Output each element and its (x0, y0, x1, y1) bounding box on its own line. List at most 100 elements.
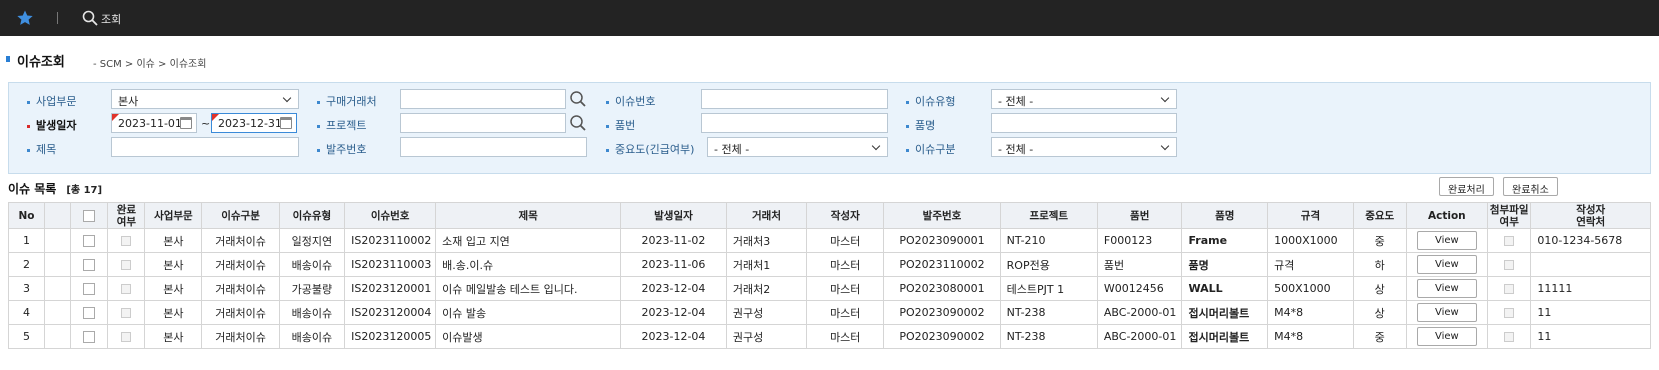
table-row[interactable]: 2 본사 거래처이슈 배송이슈 IS2023110003 배.송.이.슈 2023-11-0… (8, 252, 1651, 277)
view-button[interactable]: View (1416, 231, 1477, 250)
part-name-cell: 접시머리볼트 (1181, 300, 1269, 325)
po-no-cell: PO2023090002 (883, 300, 1001, 325)
table-row[interactable]: 5 본사 거래처이슈 배송이슈 IS2023120005 이슈발생 2023-12-04 권구… (8, 324, 1651, 349)
vendor-search-icon[interactable] (569, 90, 587, 108)
complete-checkbox-cell (107, 324, 146, 349)
author-cell: 마스터 (806, 228, 885, 253)
view-button[interactable]: View (1416, 327, 1477, 346)
date-from-input[interactable]: 2023-11-01 (111, 113, 197, 133)
spec-cell: 규격 (1267, 252, 1354, 277)
table-row[interactable]: 1 본사 거래처이슈 일정지연 IS2023110002 소재 입고 지연 2023-11-… (8, 228, 1651, 253)
issue-type-label: 이슈유형 (906, 93, 955, 109)
search-icon[interactable] (82, 10, 98, 26)
attachment-checkbox-cell (1487, 228, 1532, 253)
importance-label: 중요도(긴급여부) (606, 141, 694, 157)
col-header-issue-no: 이슈번호 (344, 202, 437, 229)
row-blank (43, 300, 72, 325)
issue-class-select[interactable]: - 전체 - (991, 137, 1177, 157)
top-bar: 조회 (0, 0, 1659, 36)
row-checkbox[interactable] (83, 235, 96, 247)
issue-class-cell: 거래처이슈 (201, 276, 280, 301)
issue-no-cell: IS2023120004 (344, 300, 437, 325)
po-no-cell: PO2023090002 (883, 324, 1001, 349)
subject-cell: 배.송.이.슈 (435, 252, 622, 277)
part-name-input[interactable] (991, 113, 1177, 133)
list-title: 이슈 목록 (8, 182, 57, 196)
importance-select[interactable]: - 전체 - (707, 137, 888, 157)
col-header-issue-type: 이슈유형 (278, 202, 346, 229)
col-header-author-contact: 작성자 연락처 (1530, 202, 1651, 229)
view-button[interactable]: View (1416, 303, 1477, 322)
part-name-cell: WALL (1181, 276, 1269, 301)
issue-type-select[interactable]: - 전체 - (991, 89, 1177, 109)
row-checkbox[interactable] (83, 283, 96, 295)
required-flag (112, 114, 119, 121)
project-search-icon[interactable] (569, 114, 587, 132)
required-flag (212, 114, 219, 121)
search-menu-label[interactable]: 조회 (101, 11, 121, 27)
part-name-label: 품명 (906, 117, 935, 133)
po-no-label: 발주번호 (317, 141, 366, 157)
business-unit-cell: 본사 (144, 252, 203, 277)
row-checkbox-cell (70, 300, 109, 325)
row-checkbox-cell (70, 228, 109, 253)
importance-cell: 상 (1352, 276, 1407, 301)
row-checkbox[interactable] (83, 259, 96, 271)
part-no-cell: W0012456 (1096, 276, 1183, 301)
select-all-checkbox[interactable] (83, 209, 96, 222)
calendar-icon[interactable] (180, 117, 192, 129)
issue-no-cell: IS2023110003 (344, 252, 437, 277)
col-header-issue-class: 이슈구분 (201, 202, 280, 229)
favorite-star-icon[interactable] (16, 9, 34, 27)
author-cell: 마스터 (806, 324, 885, 349)
table-row[interactable]: 3 본사 거래처이슈 가공불량 IS2023120001 이슈 메일발송 테스트 입니다.… (8, 276, 1651, 301)
subject-label: 제목 (27, 141, 56, 157)
issue-type-cell: 배송이슈 (278, 252, 346, 277)
date-range-separator: ~ (201, 117, 211, 130)
project-input[interactable] (400, 113, 566, 133)
table-row[interactable]: 4 본사 거래처이슈 배송이슈 IS2023120004 이슈 발송 2023-12-04 권… (8, 300, 1651, 325)
attachment-checkbox-cell (1487, 276, 1532, 301)
complete-checkbox-cell (107, 300, 146, 325)
project-cell: NT-238 (999, 300, 1098, 325)
po-no-cell: PO2023110002 (883, 252, 1001, 277)
business-unit-select[interactable]: 본사 (111, 89, 299, 109)
part-no-label: 품번 (606, 117, 635, 133)
issue-no-cell: IS2023110002 (344, 228, 437, 253)
search-panel: 사업부문 본사 구매거래처 이슈번호 이슈유형 - 전체 - 발생일자 2023… (8, 82, 1651, 174)
business-unit-label: 사업부문 (27, 93, 76, 109)
col-header-business-unit: 사업부문 (144, 202, 203, 229)
title-marker (6, 56, 10, 62)
row-no: 2 (8, 252, 45, 277)
subject-input[interactable] (111, 137, 299, 157)
part-no-cell: ABC-2000-01 (1096, 324, 1183, 349)
part-no-input[interactable] (701, 113, 888, 133)
col-header-importance: 중요도 (1352, 202, 1407, 229)
po-no-input[interactable] (400, 137, 587, 157)
calendar-icon[interactable] (280, 117, 292, 129)
author-contact-cell: 11111 (1530, 276, 1651, 301)
col-header-project: 프로젝트 (999, 202, 1098, 229)
author-cell: 마스터 (806, 276, 885, 301)
vendor-cell: 거래처2 (725, 276, 808, 301)
view-button[interactable]: View (1416, 255, 1477, 274)
select-all-checkbox-cell[interactable] (70, 202, 109, 229)
complete-checkbox-cell (107, 228, 146, 253)
complete-checkbox (121, 260, 132, 270)
date-cell: 2023-12-04 (620, 300, 727, 325)
row-checkbox[interactable] (83, 331, 96, 343)
cancel-complete-button[interactable]: 완료취소 (1503, 177, 1558, 196)
vendor-input[interactable] (400, 89, 566, 109)
attachment-checkbox-cell (1487, 252, 1532, 277)
view-button[interactable]: View (1416, 279, 1477, 298)
issue-table: No 완료 여부 사업부문 이슈구분 이슈유형 이슈번호 제목 발생일자 거래처… (8, 202, 1651, 349)
action-cell: View (1405, 300, 1489, 325)
row-checkbox[interactable] (83, 307, 96, 319)
col-header-date: 발생일자 (620, 202, 727, 229)
project-cell: ROP전용 (999, 252, 1098, 277)
complete-button[interactable]: 완료처리 (1439, 177, 1494, 196)
issue-class-cell: 거래처이슈 (201, 228, 280, 253)
issue-no-input[interactable] (701, 89, 888, 109)
subject-cell: 소재 입고 지연 (435, 228, 622, 253)
date-to-input[interactable]: 2023-12-31 (211, 113, 297, 133)
